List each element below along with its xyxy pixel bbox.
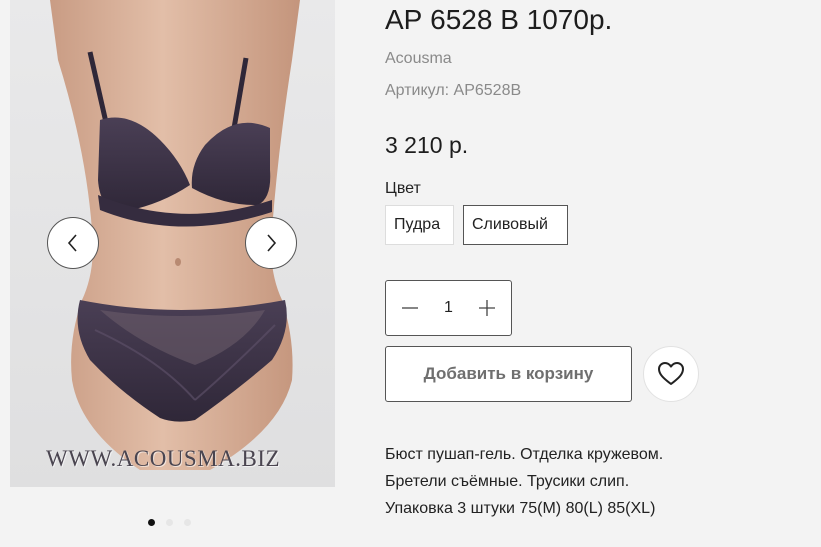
description-line: Бретели съёмные. Трусики слип.: [385, 473, 630, 490]
product-brand: Acousma: [385, 50, 452, 67]
description-line: Бюст пушап-гель. Отделка кружевом.: [385, 446, 664, 463]
gallery-next-button[interactable]: [245, 217, 297, 269]
quantity-value[interactable]: 1: [444, 299, 453, 317]
chevron-right-icon: [267, 234, 277, 252]
wishlist-button[interactable]: [643, 346, 699, 402]
plus-icon: [479, 300, 495, 316]
add-to-cart-button[interactable]: Добавить в корзину: [385, 346, 632, 402]
color-label: Цвет: [385, 180, 421, 197]
description-line: Упаковка 3 штуки 75(M) 80(L) 85(XL): [385, 500, 656, 517]
quantity-decrease-button[interactable]: [398, 296, 422, 320]
chevron-left-icon: [67, 234, 77, 252]
gallery-prev-button[interactable]: [47, 217, 99, 269]
quantity-increase-button[interactable]: [475, 296, 499, 320]
gallery-pagination: [148, 519, 191, 526]
gallery-watermark: WWW.ACOUSMA.BIZ: [46, 446, 281, 471]
quantity-stepper: 1: [385, 280, 512, 336]
color-option-pudra[interactable]: Пудра: [385, 205, 454, 245]
color-option-slivovyy[interactable]: Сливовый: [463, 205, 568, 245]
gallery-dot[interactable]: [148, 519, 155, 526]
gallery-dot[interactable]: [166, 519, 173, 526]
product-description: Бюст пушап-гель. Отделка кружевом. Брете…: [385, 441, 663, 522]
minus-icon: [402, 307, 418, 309]
product-page: WWW.ACOUSMA.BIZ АР 6528 В 1070р. Acousma…: [0, 0, 821, 547]
product-price: 3 210 р.: [385, 132, 469, 158]
heart-icon: [658, 362, 684, 385]
product-title: АР 6528 В 1070р.: [385, 4, 613, 35]
product-sku: Артикул: АР6528В: [385, 82, 522, 99]
gallery-dot[interactable]: [184, 519, 191, 526]
